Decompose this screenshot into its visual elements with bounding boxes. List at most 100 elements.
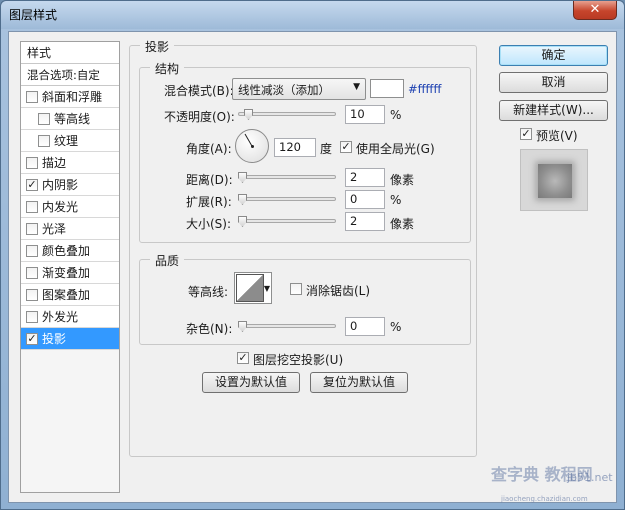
style-item-label: 投影 [42, 332, 67, 346]
style-preview [520, 149, 588, 211]
distance-input[interactable]: 2 [345, 168, 385, 187]
opacity-slider[interactable] [238, 106, 336, 122]
angle-unit: 度 [320, 142, 333, 156]
angle-dial[interactable] [235, 129, 269, 163]
style-item-label: 内发光 [42, 200, 79, 214]
layer-style-dialog: 图层样式 ✕ 样式 混合选项:自定 斜面和浮雕等高线纹理描边 ✓ 内阴影内发光光泽颜… [0, 0, 625, 510]
opacity-input[interactable]: 10 [345, 105, 385, 124]
style-item-checkbox[interactable] [26, 157, 38, 169]
quality-title: 品质 [150, 252, 185, 269]
style-item-checkbox[interactable] [26, 311, 38, 323]
structure-title: 结构 [150, 60, 185, 77]
style-item[interactable]: 等高线 [21, 108, 119, 130]
style-item-checkbox[interactable] [26, 289, 38, 301]
preview-checkbox[interactable]: ✓ [520, 128, 532, 140]
blend-mode-value: 线性减淡（添加） [238, 83, 330, 97]
anti-alias-checkbox[interactable] [290, 283, 302, 295]
style-item-label: 渐变叠加 [42, 266, 91, 280]
style-item-checkbox[interactable] [26, 245, 38, 257]
size-unit: 像素 [390, 217, 415, 231]
style-item[interactable]: ✓ 内阴影 [21, 174, 119, 196]
style-item-label: 颜色叠加 [42, 244, 91, 258]
angle-label: 角度(A): [186, 142, 232, 156]
distance-slider-thumb[interactable] [238, 172, 247, 183]
blend-mode-select[interactable]: 线性减淡（添加） ▼ [232, 78, 366, 100]
set-default-button[interactable]: 设置为默认值 [202, 372, 300, 393]
spread-label: 扩展(R): [186, 195, 232, 209]
noise-slider[interactable] [238, 318, 336, 334]
styles-list: 样式 混合选项:自定 斜面和浮雕等高线纹理描边 ✓ 内阴影内发光光泽颜色叠加渐变叠加… [20, 41, 120, 493]
contour-picker[interactable]: ▼ [234, 272, 272, 304]
opacity-slider-thumb[interactable] [244, 109, 253, 120]
spread-slider[interactable] [238, 191, 336, 207]
style-item-checkbox[interactable] [26, 267, 38, 279]
style-item-label: 纹理 [54, 134, 79, 148]
size-slider[interactable] [238, 213, 336, 229]
spread-unit: % [390, 193, 402, 207]
blend-mode-label: 混合模式(B): [164, 84, 234, 98]
ok-button[interactable]: 确定 [499, 45, 608, 66]
style-item-checkbox[interactable] [38, 113, 50, 125]
angle-input[interactable]: 120 [274, 138, 316, 157]
quality-group: 品质 等高线: ▼ 消除锯齿(L) 杂色(N): 0 % [139, 252, 471, 345]
watermark-site: jb51.net [567, 471, 613, 484]
style-item-label: 斜面和浮雕 [42, 90, 103, 104]
style-item-checkbox[interactable] [26, 201, 38, 213]
style-item-label: 内阴影 [42, 178, 79, 192]
noise-slider-thumb[interactable] [238, 321, 247, 332]
global-light-checkbox[interactable]: ✓ [340, 141, 352, 153]
reset-default-button[interactable]: 复位为默认值 [310, 372, 408, 393]
contour-label: 等高线: [188, 285, 229, 299]
style-item[interactable]: 纹理 [21, 130, 119, 152]
style-items: 斜面和浮雕等高线纹理描边 ✓ 内阴影内发光光泽颜色叠加渐变叠加图案叠加外发光 ✓ 投影 [21, 86, 119, 350]
cancel-button[interactable]: 取消 [499, 72, 608, 93]
shadow-color-hex: #ffffff [408, 82, 442, 96]
drop-shadow-title: 投影 [140, 38, 175, 55]
opacity-label: 不透明度(O): [164, 110, 235, 124]
structure-group: 结构 混合模式(B): 线性减淡（添加） ▼ #ffffff 不透明度(O): … [139, 60, 471, 243]
style-item[interactable]: 图案叠加 [21, 284, 119, 306]
size-input[interactable]: 2 [345, 212, 385, 231]
styles-header[interactable]: 样式 [21, 42, 119, 64]
preview-swatch [538, 164, 572, 198]
style-item[interactable]: 外发光 [21, 306, 119, 328]
noise-input[interactable]: 0 [345, 317, 385, 336]
distance-label: 距离(D): [186, 173, 233, 187]
noise-unit: % [390, 320, 402, 334]
style-item-label: 光泽 [42, 222, 67, 236]
style-item-label: 外发光 [42, 310, 79, 324]
style-item-checkbox[interactable]: ✓ [26, 333, 38, 345]
style-item[interactable]: 内发光 [21, 196, 119, 218]
distance-slider[interactable] [238, 169, 336, 185]
style-item[interactable]: ✓ 投影 [21, 328, 119, 350]
style-item-label: 描边 [42, 156, 67, 170]
shadow-color-swatch[interactable] [370, 79, 404, 98]
dialog-body: 样式 混合选项:自定 斜面和浮雕等高线纹理描边 ✓ 内阴影内发光光泽颜色叠加渐变叠加… [8, 31, 617, 503]
knockout-label: 图层挖空投影(U) [253, 353, 344, 367]
chevron-down-icon: ▼ [263, 284, 270, 293]
noise-label: 杂色(N): [186, 322, 233, 336]
blend-options-item[interactable]: 混合选项:自定 [21, 64, 119, 86]
style-item-checkbox[interactable] [26, 223, 38, 235]
size-slider-thumb[interactable] [238, 216, 247, 227]
spread-input[interactable]: 0 [345, 190, 385, 209]
style-item[interactable]: 颜色叠加 [21, 240, 119, 262]
style-item[interactable]: 光泽 [21, 218, 119, 240]
style-item-checkbox[interactable] [38, 135, 50, 147]
close-button[interactable]: ✕ [573, 1, 617, 20]
preview-label: 预览(V) [536, 129, 578, 143]
contour-curve-icon [236, 274, 264, 302]
style-item[interactable]: 渐变叠加 [21, 262, 119, 284]
drop-shadow-group: 投影 结构 混合模式(B): 线性减淡（添加） ▼ #ffffff 不透明度(O… [129, 38, 477, 457]
chevron-down-icon: ▼ [353, 82, 360, 92]
title-bar[interactable]: 图层样式 ✕ [1, 1, 624, 29]
style-item[interactable]: 斜面和浮雕 [21, 86, 119, 108]
style-item[interactable]: 描边 [21, 152, 119, 174]
new-style-button[interactable]: 新建样式(W)... [499, 100, 608, 121]
style-item-checkbox[interactable] [26, 91, 38, 103]
global-light-label: 使用全局光(G) [356, 142, 435, 156]
style-item-checkbox[interactable]: ✓ [26, 179, 38, 191]
spread-slider-thumb[interactable] [238, 194, 247, 205]
size-label: 大小(S): [186, 217, 232, 231]
knockout-checkbox[interactable]: ✓ [237, 352, 249, 364]
